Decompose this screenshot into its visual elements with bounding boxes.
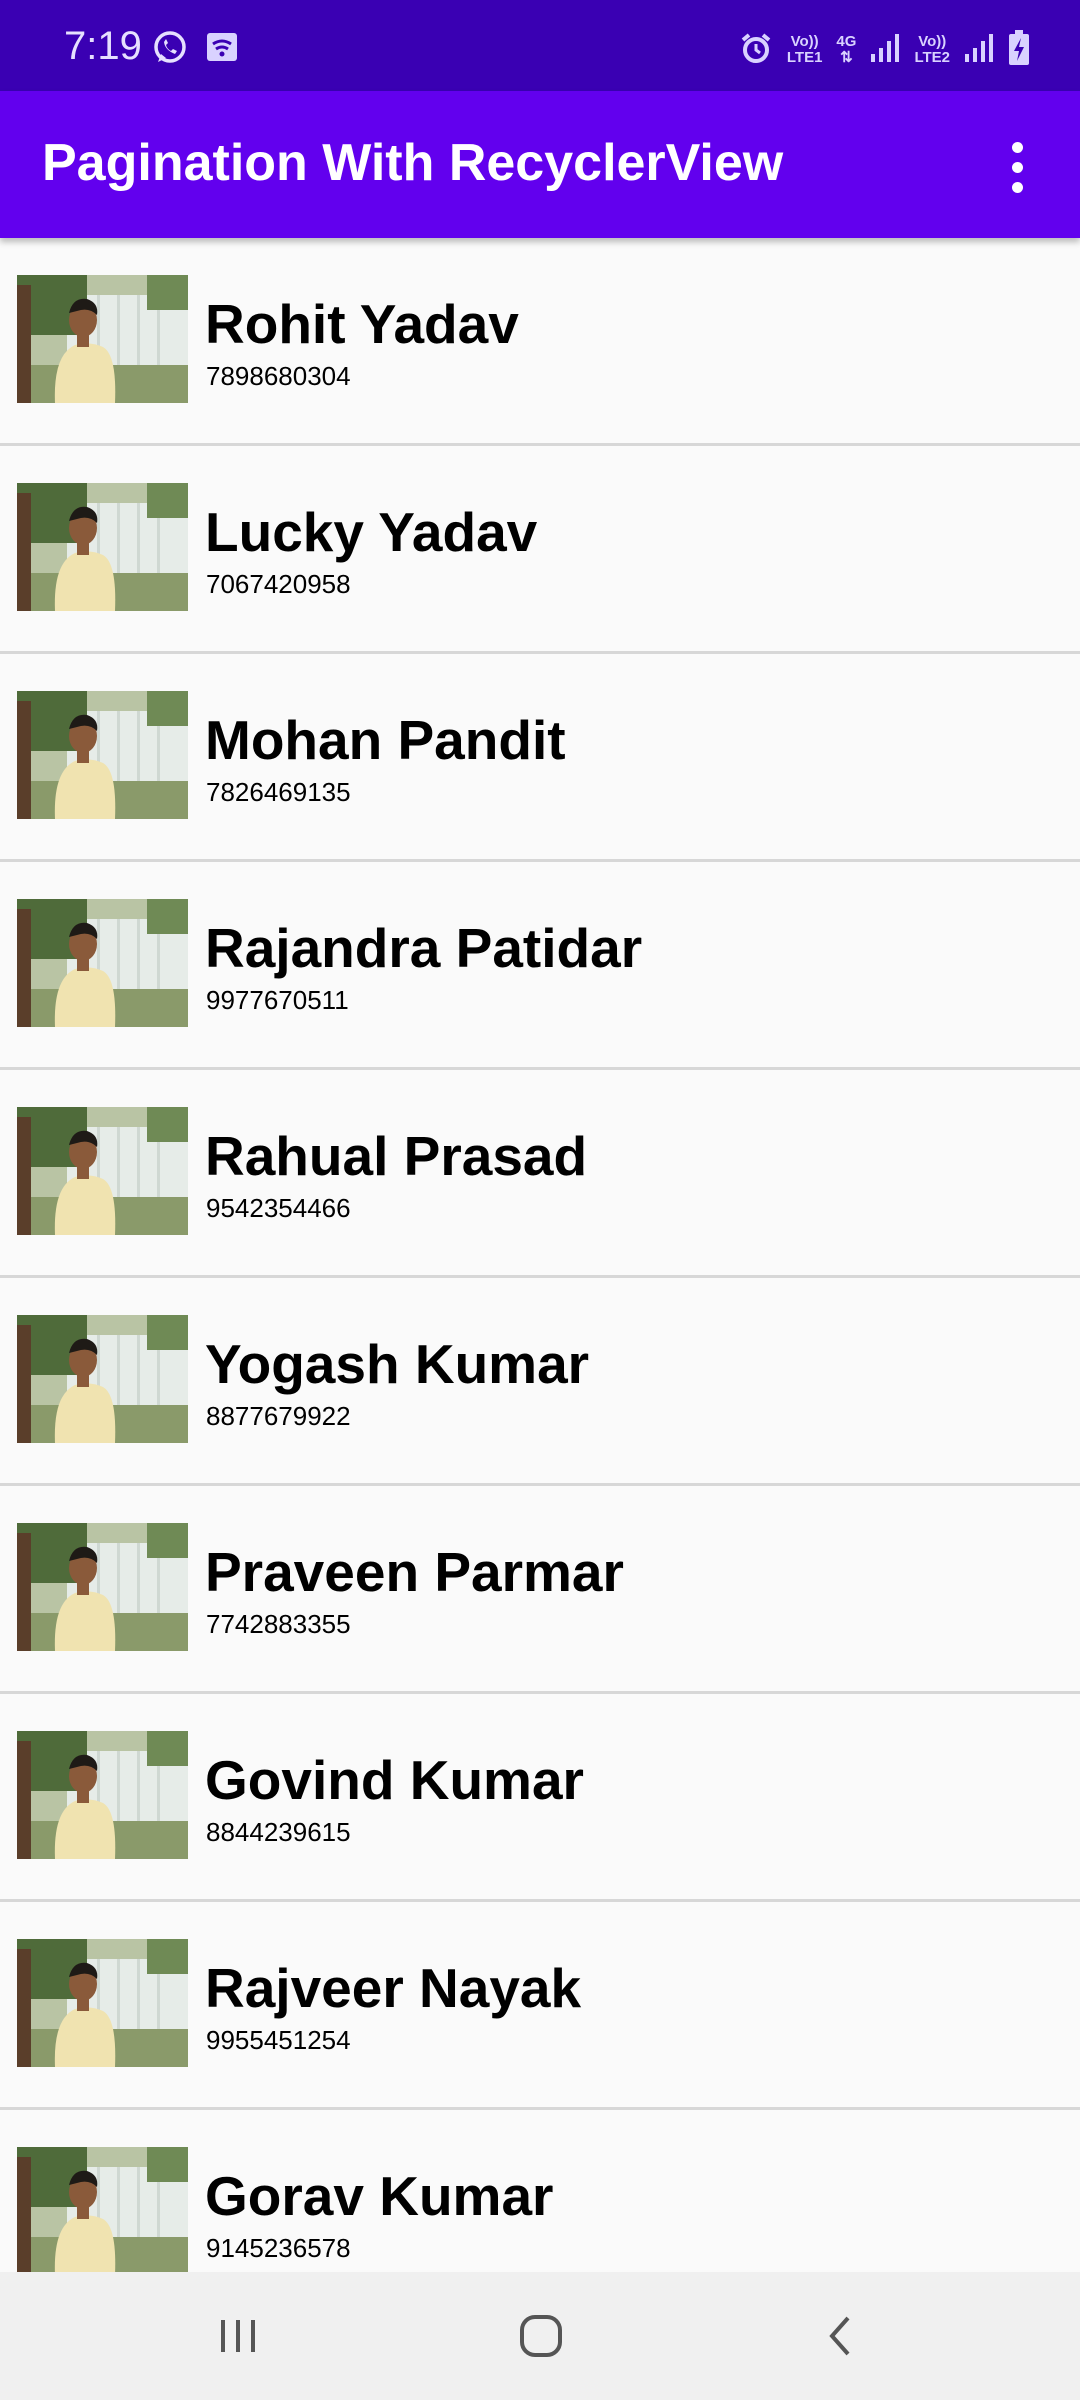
data-arrows-icon: ⇅ — [840, 49, 853, 66]
avatar — [17, 899, 188, 1027]
volte1-bottom-label: LTE1 — [786, 49, 823, 66]
list-item[interactable]: Gorav Kumar 9145236578 — [0, 2110, 1080, 2272]
volte-lte2-icon: Vo)) LTE2 — [914, 34, 950, 66]
signal-icon — [964, 32, 994, 69]
contact-name: Yogash Kumar — [205, 1333, 590, 1395]
list-item[interactable]: Lucky Yadav 7067420958 — [0, 446, 1080, 654]
app-bar: Pagination With RecyclerView — [0, 91, 1080, 238]
volte2-top-label: Vo)) — [918, 33, 947, 50]
list-item[interactable]: Rajandra Patidar 9977670511 — [0, 862, 1080, 1070]
avatar — [17, 2147, 188, 2272]
home-icon[interactable] — [496, 2296, 586, 2376]
contact-phone: 7742883355 — [206, 1609, 351, 1639]
4g-icon: 4G ⇅ — [836, 34, 856, 66]
status-bar: 7:19 Vo)) LTE1 4G ⇅ Vo)) LTE2 — [0, 0, 1080, 91]
overflow-dot — [1011, 141, 1023, 153]
avatar — [17, 1939, 188, 2067]
contact-phone: 8844239615 — [206, 1817, 351, 1847]
contact-phone: 9145236578 — [206, 2233, 351, 2263]
contact-name: Lucky Yadav — [205, 501, 538, 563]
signal-icon — [870, 32, 900, 69]
list-item[interactable]: Rohit Yadav 7898680304 — [0, 238, 1080, 446]
contact-name: Rajveer Nayak — [205, 1957, 582, 2019]
contact-name: Govind Kumar — [205, 1749, 584, 1811]
avatar — [17, 483, 188, 611]
list-item[interactable]: Praveen Parmar 7742883355 — [0, 1486, 1080, 1694]
net-type-label: 4G — [836, 33, 857, 50]
contact-name: Gorav Kumar — [205, 2165, 554, 2227]
contact-phone: 7898680304 — [206, 361, 351, 391]
back-icon[interactable] — [797, 2296, 887, 2376]
more-vert-icon[interactable] — [982, 127, 1052, 207]
app-title: Pagination With RecyclerView — [42, 134, 784, 192]
navigation-bar — [0, 2272, 1080, 2400]
overflow-dot — [1011, 181, 1023, 193]
list-item[interactable]: Mohan Pandit 7826469135 — [0, 654, 1080, 862]
contact-name: Rajandra Patidar — [205, 917, 643, 979]
alarm-icon — [739, 31, 773, 70]
avatar — [17, 1731, 188, 1859]
contact-list[interactable]: Rohit Yadav 7898680304 Lucky Yadav 7067420… — [0, 238, 1080, 2272]
list-item[interactable]: Rajveer Nayak 9955451254 — [0, 1902, 1080, 2110]
contact-phone: 8877679922 — [206, 1401, 351, 1431]
list-item[interactable]: Govind Kumar 8844239615 — [0, 1694, 1080, 1902]
contact-name: Rohit Yadav — [205, 293, 519, 355]
contact-phone: 9955451254 — [206, 2025, 351, 2055]
avatar — [17, 691, 188, 819]
battery-charging-icon — [1008, 29, 1030, 71]
avatar — [17, 1315, 188, 1443]
avatar — [17, 1523, 188, 1651]
cast-icon — [205, 30, 241, 66]
contact-phone: 9542354466 — [206, 1193, 351, 1223]
volte-lte1-icon: Vo)) LTE1 — [787, 34, 823, 66]
avatar — [17, 275, 188, 403]
list-item[interactable]: Yogash Kumar 8877679922 — [0, 1278, 1080, 1486]
recent-apps-icon[interactable] — [193, 2296, 283, 2376]
contact-phone: 7826469135 — [206, 777, 351, 807]
contact-name: Rahual Prasad — [205, 1125, 588, 1187]
volte2-bottom-label: LTE2 — [914, 49, 950, 66]
contact-phone: 9977670511 — [206, 985, 349, 1015]
contact-name: Praveen Parmar — [205, 1541, 624, 1603]
overflow-dot — [1011, 161, 1023, 173]
volte1-top-label: Vo)) — [790, 33, 819, 50]
contact-name: Mohan Pandit — [205, 709, 566, 771]
contact-phone: 7067420958 — [206, 569, 351, 599]
whatsapp-icon — [152, 30, 188, 66]
status-icons-right: Vo)) LTE1 4G ⇅ Vo)) LTE2 — [739, 29, 1030, 71]
avatar — [17, 1107, 188, 1235]
status-time: 7:19 — [64, 24, 142, 68]
list-item[interactable]: Rahual Prasad 9542354466 — [0, 1070, 1080, 1278]
